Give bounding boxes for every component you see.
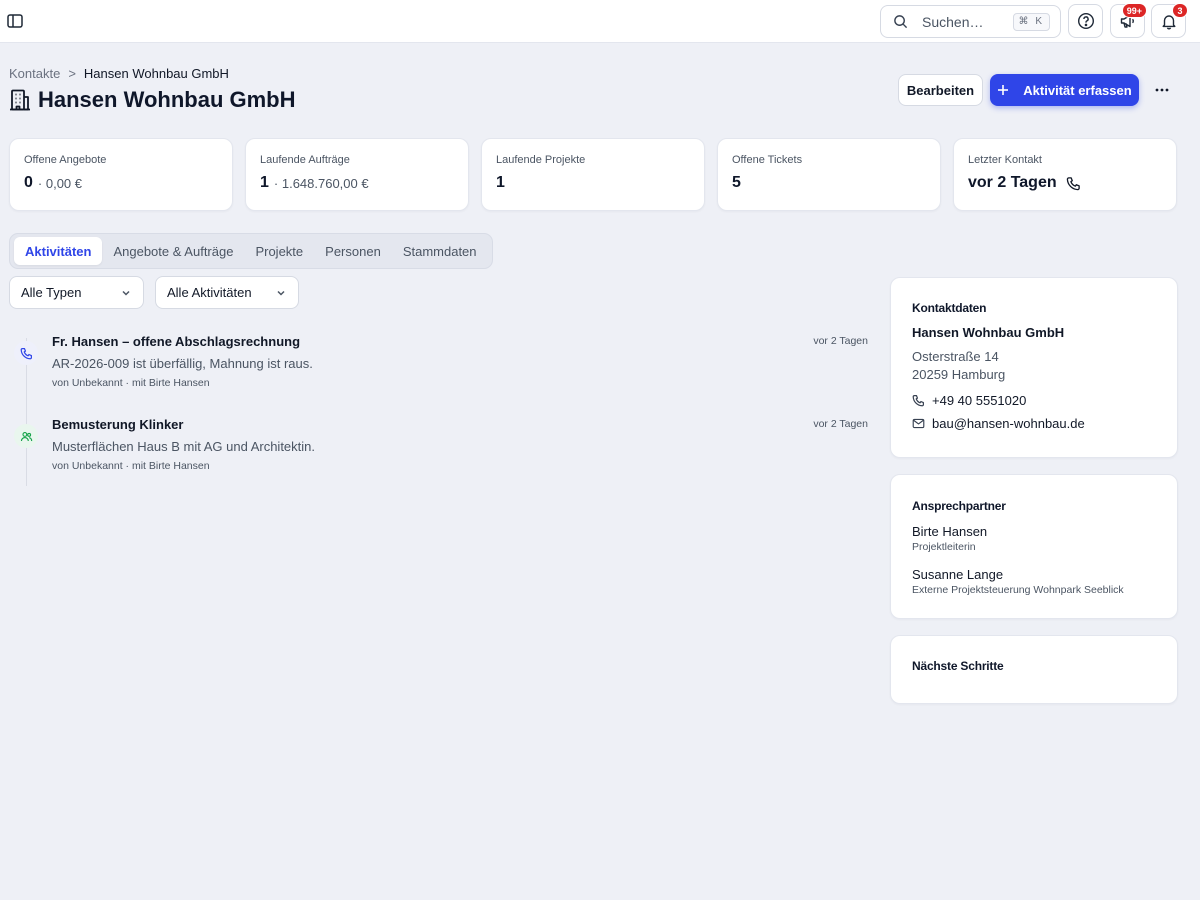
users-icon <box>20 431 32 441</box>
scope-filter-select[interactable]: Alle Aktivitäten <box>155 276 299 309</box>
phone-icon <box>1066 176 1080 190</box>
building-icon <box>10 89 30 111</box>
stat-sub-value: · 0,00 € <box>37 175 82 191</box>
activity-meta: von Unbekannt · mit Birte Hansen <box>52 377 210 389</box>
phone-icon <box>912 395 924 407</box>
edit-button[interactable]: Bearbeiten <box>898 74 983 106</box>
tab-master-data[interactable]: Stammdaten <box>392 237 488 265</box>
contact-persons-card: Ansprechpartner Birte Hansen Projektleit… <box>890 474 1178 619</box>
sidebar-toggle-icon[interactable] <box>6 12 24 30</box>
contact-street: Osterstraße 14 <box>912 349 999 364</box>
activity-time: vor 2 Tagen <box>813 418 868 430</box>
contact-email[interactable]: bau@hansen-wohnbau.de <box>932 416 1085 431</box>
notifications-badge: 3 <box>1172 3 1188 18</box>
stat-card-open-offers[interactable]: Offene Angebote 0 · 0,00 € <box>9 138 233 211</box>
activity-title[interactable]: Bemusterung Klinker <box>52 417 183 432</box>
person-name[interactable]: Susanne Lange <box>912 567 1156 582</box>
tab-persons[interactable]: Personen <box>314 237 392 265</box>
stat-label: Offene Tickets <box>732 154 803 166</box>
stat-card-running-orders[interactable]: Laufende Aufträge 1 · 1.648.760,00 € <box>245 138 469 211</box>
add-activity-label: Aktivität erfassen <box>1023 82 1132 98</box>
person-role: Externe Projektsteuerung Wohnpark Seebli… <box>912 584 1124 596</box>
next-steps-card: Nächste Schritte <box>890 635 1178 704</box>
activity-item[interactable]: Bemusterung Klinker vor 2 Tagen Musterfl… <box>14 417 870 477</box>
tab-offers-orders[interactable]: Angebote & Aufträge <box>102 237 244 265</box>
stat-card-running-projects[interactable]: Laufende Projekte 1 <box>481 138 705 211</box>
more-options-button[interactable] <box>1151 80 1173 100</box>
search-input[interactable]: Suchen… ⌘ K <box>880 5 1061 38</box>
breadcrumb-separator: > <box>68 66 76 81</box>
stat-label: Laufende Projekte <box>496 154 586 166</box>
help-button[interactable] <box>1068 4 1103 38</box>
persons-card-title: Ansprechpartner <box>912 499 1006 513</box>
stat-label: Offene Angebote <box>24 154 107 166</box>
breadcrumb: Kontakte > Hansen Wohnbau GmbH <box>9 66 229 81</box>
help-icon <box>1077 12 1094 30</box>
stat-sub-value: · 1.648.760,00 € <box>273 175 369 191</box>
type-filter-value: Alle Typen <box>21 285 82 300</box>
person-role: Projektleiterin <box>912 541 976 553</box>
stat-value: vor 2 Tagen <box>968 174 1057 191</box>
stat-card-open-tickets[interactable]: Offene Tickets 5 <box>717 138 941 211</box>
person-entry[interactable]: Susanne Lange Externe Projektsteuerung W… <box>912 567 1156 596</box>
contact-city: 20259 Hamburg <box>912 367 1006 382</box>
mail-icon <box>912 418 925 429</box>
activity-meta: von Unbekannt · mit Birte Hansen <box>52 460 210 472</box>
page-header: Hansen Wohnbau GmbH <box>9 87 296 113</box>
type-filter-select[interactable]: Alle Typen <box>9 276 144 309</box>
stat-value: 5 <box>732 174 741 191</box>
tab-projects[interactable]: Projekte <box>244 237 314 265</box>
search-icon <box>894 15 908 29</box>
plus-icon <box>998 85 1009 95</box>
stat-card-last-contact[interactable]: Letzter Kontakt vor 2 Tagen <box>953 138 1177 211</box>
breadcrumb-current: Hansen Wohnbau GmbH <box>83 66 229 81</box>
person-entry[interactable]: Birte Hansen Projektleiterin <box>912 524 1156 553</box>
activity-title[interactable]: Fr. Hansen – offene Abschlagsrechnung <box>52 334 300 349</box>
search-shortcut-hint: ⌘ K <box>1012 12 1050 31</box>
contact-company-name: Hansen Wohnbau GmbH <box>912 325 1065 340</box>
add-activity-button[interactable]: Aktivität erfassen <box>990 74 1139 106</box>
stat-cards: Offene Angebote 0 · 0,00 € Laufende Auft… <box>9 138 1177 211</box>
scope-filter-value: Alle Aktivitäten <box>167 285 252 300</box>
top-bar: Suchen… ⌘ K 99+ 3 <box>0 0 1200 43</box>
chevron-down-icon <box>277 290 285 296</box>
stat-value: 0 <box>24 174 33 191</box>
page-title: Hansen Wohnbau GmbH <box>38 87 296 112</box>
chevron-down-icon <box>122 290 130 296</box>
activity-item[interactable]: Fr. Hansen – offene Abschlagsrechnung vo… <box>14 334 870 394</box>
contact-phone-row[interactable]: +49 40 5551020 <box>912 393 1156 408</box>
person-name[interactable]: Birte Hansen <box>912 524 1156 539</box>
announcements-badge: 99+ <box>1121 3 1147 18</box>
stat-label: Letzter Kontakt <box>968 154 1042 166</box>
contact-email-row[interactable]: bau@hansen-wohnbau.de <box>912 416 1156 431</box>
activity-type-badge <box>14 341 38 365</box>
more-horizontal-icon <box>1155 88 1169 92</box>
contact-details-card: Kontaktdaten Hansen Wohnbau GmbH Osterst… <box>890 277 1178 458</box>
activity-description: Musterflächen Haus B mit AG und Architek… <box>52 439 316 454</box>
contact-phone[interactable]: +49 40 5551020 <box>932 393 1026 408</box>
next-steps-title: Nächste Schritte <box>912 659 1004 673</box>
tab-activities[interactable]: Aktivitäten <box>14 237 103 265</box>
announcements-button[interactable]: 99+ <box>1110 3 1147 38</box>
stat-value: 1 <box>496 174 505 191</box>
search-placeholder: Suchen… <box>922 13 984 30</box>
activity-time: vor 2 Tagen <box>813 335 868 347</box>
stat-value: 1 <box>260 174 269 191</box>
breadcrumb-contacts-link[interactable]: Kontakte <box>9 66 60 81</box>
tab-bar: Aktivitäten Angebote & Aufträge Projekte… <box>9 233 493 269</box>
activity-description: AR-2026-009 ist überfällig, Mahnung ist … <box>52 356 313 371</box>
notifications-button[interactable]: 3 <box>1151 3 1188 38</box>
activity-type-badge <box>14 424 38 448</box>
stat-label: Laufende Aufträge <box>260 154 350 166</box>
contact-card-title: Kontaktdaten <box>912 301 987 315</box>
phone-icon <box>20 347 32 359</box>
